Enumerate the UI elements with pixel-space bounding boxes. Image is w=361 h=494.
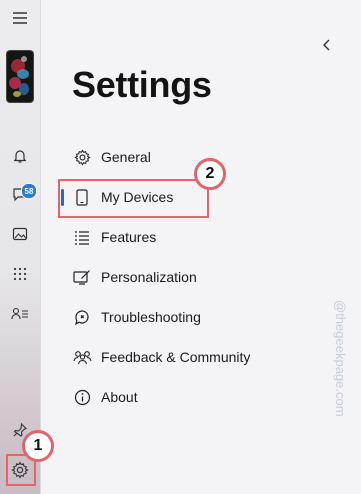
nav-label: Features	[101, 229, 157, 245]
settings-panel: Settings General My Devices Features Per…	[41, 0, 361, 494]
chevron-left-icon	[323, 39, 330, 51]
troubleshoot-icon	[72, 307, 92, 327]
list-icon	[72, 227, 92, 247]
messages-count-badge: 58	[21, 183, 37, 199]
nav-item-troubleshooting[interactable]: Troubleshooting	[61, 300, 251, 334]
photos-icon[interactable]	[0, 218, 40, 250]
hamburger-menu-icon[interactable]	[0, 2, 40, 34]
nav-label: General	[101, 149, 151, 165]
nav-label: Personalization	[101, 269, 197, 285]
nav-item-about[interactable]: About	[61, 380, 251, 414]
page-title: Settings	[72, 64, 212, 105]
my-devices-highlight-box	[58, 179, 209, 218]
nav-label: Feedback & Community	[101, 349, 251, 365]
nav-item-personalization[interactable]: Personalization	[61, 260, 251, 294]
info-icon	[72, 387, 92, 407]
left-rail: 58	[0, 0, 41, 494]
notifications-icon[interactable]	[0, 140, 40, 172]
apps-icon[interactable]	[0, 258, 40, 290]
contacts-icon[interactable]	[0, 298, 40, 330]
nav-item-feedback-community[interactable]: Feedback & Community	[61, 340, 251, 374]
nav-item-features[interactable]: Features	[61, 220, 251, 254]
paint-icon	[72, 267, 92, 287]
back-button[interactable]	[317, 34, 337, 56]
people-icon	[72, 347, 92, 367]
nav-label: Troubleshooting	[101, 309, 201, 325]
watermark-text: @thegeekpage.com	[333, 300, 348, 417]
nav-label: About	[101, 389, 138, 405]
gear-icon	[72, 147, 92, 167]
step-2-marker: 2	[194, 158, 226, 190]
phone-wallpaper-thumbnail[interactable]	[7, 51, 33, 102]
